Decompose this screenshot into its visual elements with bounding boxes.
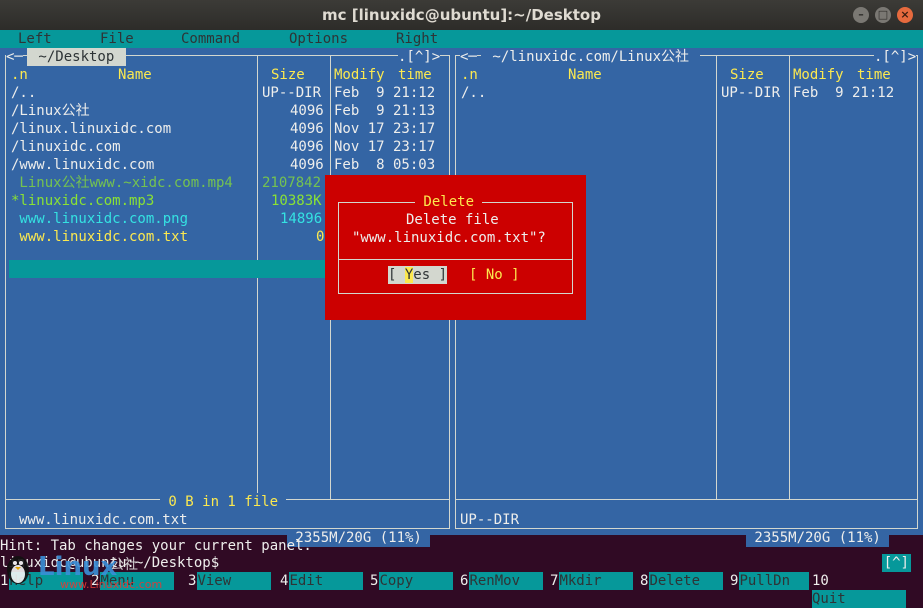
delete-dialog: Delete Delete file "www.linuxidc.com.txt… [325,175,586,320]
panel-separator [455,499,918,500]
file-size: 4096 [290,103,324,119]
panel-toggle-button[interactable]: [^] [881,554,911,572]
maximize-icon[interactable]: □ [875,7,891,23]
dialog-filename: "www.linuxidc.com.txt"? [352,230,546,246]
file-size: 14896 [280,211,323,227]
minimize-icon[interactable]: – [853,7,869,23]
fkey-delete[interactable]: 8Delete [640,572,724,590]
dialog-title: Delete [415,193,483,211]
right-panel-corner[interactable]: .[^]> [874,48,917,66]
file-size: UP--DIR [262,85,322,101]
file-name[interactable]: Linux公社www.~xidc.com.mp4 [11,174,232,192]
file-date: Feb 9 21:12 [793,85,895,101]
column-divider [716,55,717,500]
file-date: Nov 17 23:17 [334,121,436,137]
menu-options[interactable]: Options [289,30,348,48]
file-name[interactable]: /linux.linuxidc.com [11,120,171,138]
file-name[interactable]: *linuxidc.com.mp3 [11,192,154,210]
panel-summary: 0 B in 1 file [160,493,287,511]
menu-left[interactable]: Left [18,30,52,48]
col-modify-header[interactable]: Modify [793,66,844,84]
file-size: 10383K [271,193,322,209]
fkey-mkdir[interactable]: 7Mkdir [550,572,634,590]
right-panel-path[interactable]: ~/linuxidc.com/Linux公社 [481,48,701,66]
window-title: mc [linuxidc@ubuntu]:~/Desktop [322,6,601,24]
col-modify-header[interactable]: Modify [334,66,385,84]
left-panel-path[interactable]: ~/Desktop [27,48,126,66]
left-panel-corner[interactable]: .[^]> [398,48,441,66]
col-size-header[interactable]: Size [271,66,305,84]
fkey-copy[interactable]: 5Copy [370,572,454,590]
menu-right[interactable]: Right [396,30,438,48]
file-name[interactable]: /.. [461,84,486,102]
file-date: Feb 9 21:13 [334,103,436,119]
file-date: Nov 17 23:17 [334,139,436,155]
col-time-header[interactable]: time [398,66,432,84]
col-name-header[interactable]: Name [568,66,602,84]
file-date: Feb 9 21:12 [334,85,436,101]
menu-file[interactable]: File [100,30,134,48]
menu-bar: Left File Command Options Right [0,30,923,48]
yes-button[interactable]: [ Yes ] [388,266,448,284]
col-time-header[interactable]: time [857,66,891,84]
watermark-sub: 公社 [110,557,138,573]
menu-command[interactable]: Command [181,30,240,48]
fkey-view[interactable]: 3View [188,572,272,590]
col-sort-indicator[interactable]: .n [461,66,478,84]
file-name[interactable]: www.linuxidc.com.png [11,210,188,228]
mini-status: www.linuxidc.com.txt [19,512,188,528]
file-name[interactable]: /linuxidc.com [11,138,121,156]
file-name-selected[interactable]: www.linuxidc.com.txt [11,228,188,246]
terminal[interactable]: Left File Command Options Right <─ ~/Des… [0,30,923,608]
close-icon[interactable]: × [897,7,913,23]
file-name[interactable]: /www.linuxidc.com [11,156,154,174]
file-name[interactable]: /Linux公社 [11,102,90,120]
disk-usage: 2355M/20G (11%) [746,529,890,547]
linux-watermark-logo: Linux 公社 www.Linuxidc.com [7,552,162,590]
selected-row-highlight [9,260,329,278]
window-titlebar: mc [linuxidc@ubuntu]:~/Desktop – □ × [0,0,923,30]
file-size: 4096 [290,121,324,137]
fkey-edit[interactable]: 4Edit [280,572,364,590]
mini-status: UP--DIR [460,512,520,528]
fkey-quit[interactable]: 10Quit [812,572,923,608]
file-date: Feb 8 05:03 [334,157,436,173]
column-divider [789,55,790,500]
fkey-pulldn[interactable]: 9PullDn [730,572,810,590]
col-size-header[interactable]: Size [730,66,764,84]
dialog-message: Delete file [406,212,499,228]
file-size: 2107842 [262,175,322,191]
file-name[interactable]: /.. [11,84,36,102]
file-size: 4096 [290,139,324,155]
dialog-separator [338,259,572,260]
fkey-renmov[interactable]: 6RenMov [460,572,544,590]
col-sort-indicator[interactable]: .n [11,66,28,84]
file-size: 0 [316,229,325,245]
no-button[interactable]: [ No ] [469,266,520,284]
col-name-header[interactable]: Name [118,66,152,84]
watermark-url: www.Linuxidc.com [60,578,162,590]
file-size: 4096 [290,157,324,173]
file-size: UP--DIR [721,85,781,101]
